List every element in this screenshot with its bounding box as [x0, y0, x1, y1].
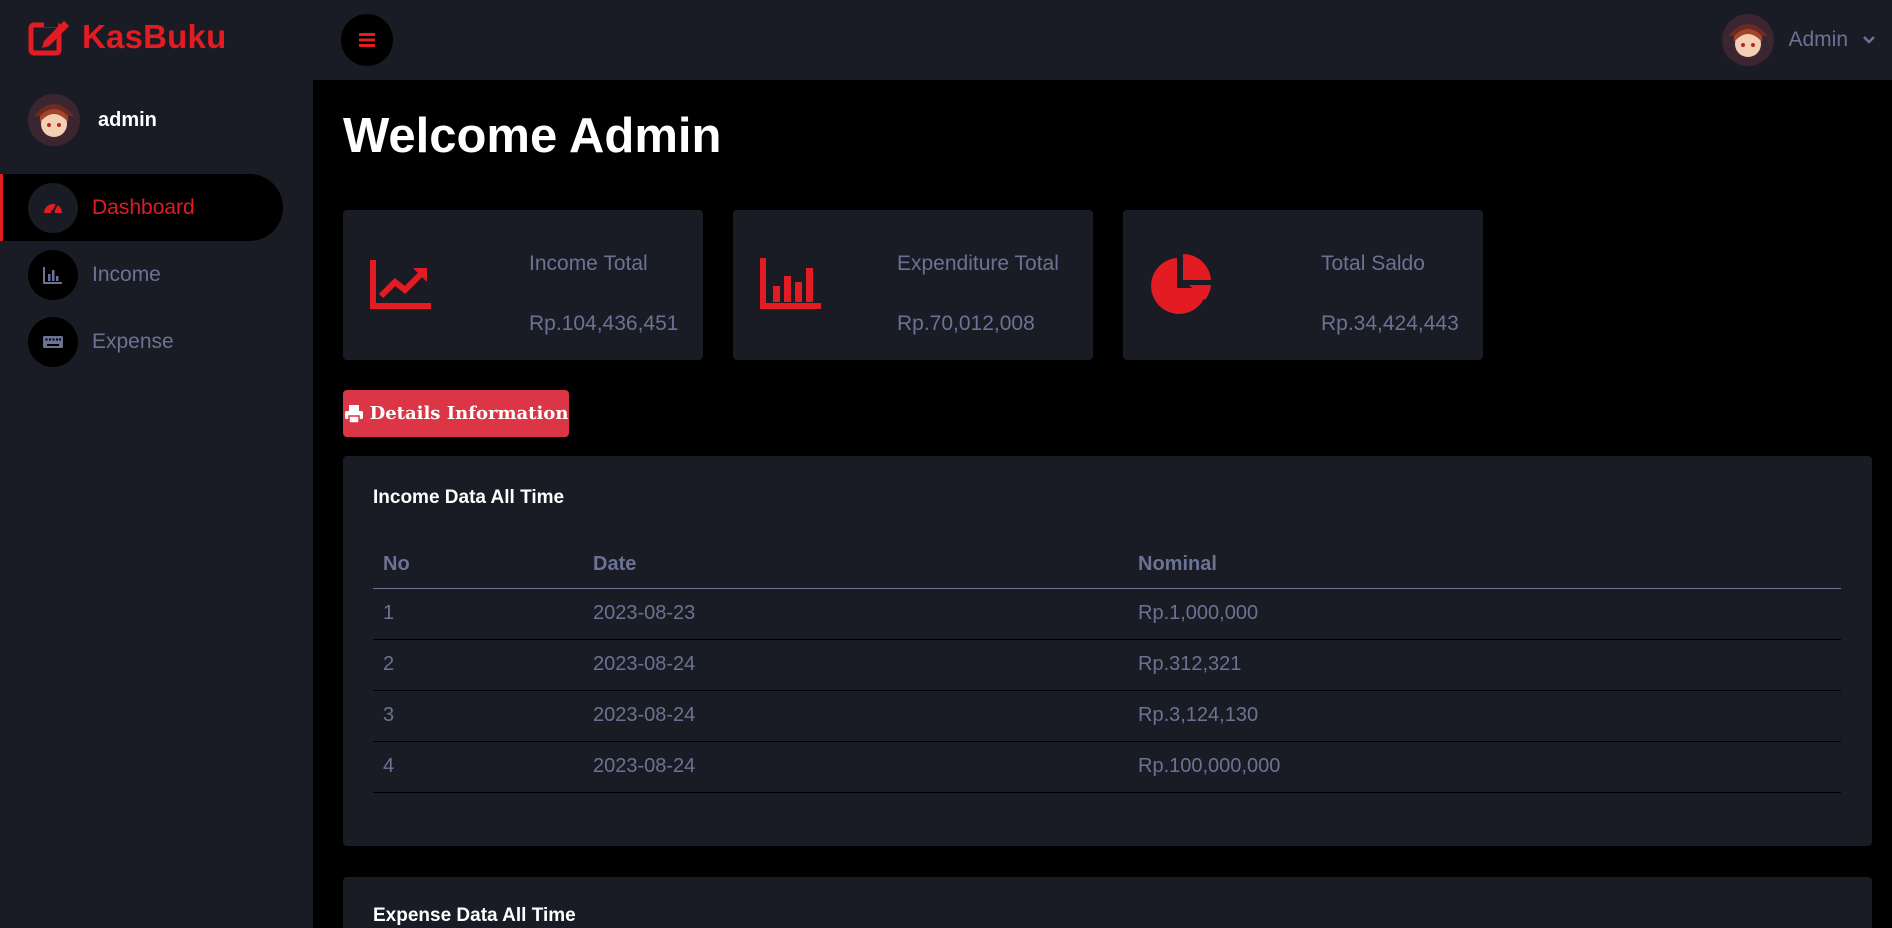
table-row: 4 2023-08-24 Rp.100,000,000: [373, 741, 1841, 793]
card-label: Total Saldo: [1321, 252, 1425, 275]
cell-date: 2023-08-24: [583, 639, 1128, 691]
table-row: 3 2023-08-24 Rp.3,124,130: [373, 690, 1841, 742]
cell-date: 2023-08-23: [583, 588, 1128, 640]
menu-toggle-button[interactable]: [341, 14, 393, 66]
profile-name: admin: [98, 108, 157, 131]
table-row: 1 2023-08-23 Rp.1,000,000: [373, 588, 1841, 640]
keyboard-icon: [28, 316, 78, 367]
column-header: Date: [583, 542, 1128, 589]
app: KasBuku admin Dashboard Income Expense A…: [0, 0, 1892, 928]
cell-no: 2: [373, 639, 583, 691]
sidebar-nav: Dashboard Income Expense: [0, 174, 313, 375]
cell-date: 2023-08-24: [583, 690, 1128, 742]
user-name: Admin: [1788, 28, 1848, 51]
sidebar-item-label: Expense: [92, 329, 174, 353]
sidebar-item-label: Dashboard: [92, 195, 195, 219]
chevron-down-icon: [1863, 36, 1875, 44]
brand-name: KasBuku: [82, 18, 227, 55]
hamburger-icon: [359, 33, 375, 47]
edit-square-icon: [28, 19, 69, 56]
column-header: Nominal: [1128, 542, 1841, 589]
panel-title: Income Data All Time: [373, 487, 565, 508]
sidebar-item-label: Income: [92, 262, 161, 286]
card-value: Rp.104,436,451: [529, 312, 679, 335]
income-data-panel: Income Data All Time No Date Nominal 1 2…: [343, 456, 1872, 846]
card-label: Income Total: [529, 252, 648, 275]
cell-nominal: Rp.100,000,000: [1128, 741, 1841, 793]
avatar: [28, 94, 80, 146]
cell-no: 4: [373, 741, 583, 793]
income-total-card: Income Total Rp.104,436,451: [343, 210, 703, 360]
cell-no: 3: [373, 690, 583, 742]
avatar-image: [1722, 14, 1775, 66]
sidebar-item-dashboard[interactable]: Dashboard: [0, 174, 283, 241]
tachometer-icon: [28, 182, 78, 233]
income-table: No Date Nominal 1 2023-08-23 Rp.1,000,00…: [373, 542, 1841, 793]
table-row: 2 2023-08-24 Rp.312,321: [373, 639, 1841, 691]
expense-data-panel: Expense Data All Time: [343, 877, 1872, 928]
print-icon: [344, 404, 363, 424]
sidebar-item-income[interactable]: Income: [0, 241, 313, 308]
column-header: No: [373, 542, 583, 589]
cell-nominal: Rp.312,321: [1128, 639, 1841, 691]
cell-nominal: Rp.1,000,000: [1128, 588, 1841, 640]
avatar-image: [28, 94, 80, 146]
card-value: Rp.34,424,443: [1321, 312, 1459, 335]
sidebar-item-expense[interactable]: Expense: [0, 308, 313, 375]
pie-chart-icon: [1151, 253, 1211, 314]
total-saldo-card: Total Saldo Rp.34,424,443: [1123, 210, 1483, 360]
sidebar: KasBuku admin Dashboard Income Expense: [0, 0, 313, 928]
table-header-row: No Date Nominal: [373, 542, 1841, 589]
trend-up-icon: [370, 260, 431, 309]
cell-date: 2023-08-24: [583, 741, 1128, 793]
brand[interactable]: KasBuku: [28, 15, 226, 59]
details-information-button[interactable]: Details Information: [343, 390, 569, 437]
panel-title: Expense Data All Time: [373, 905, 576, 926]
button-label: Details Information: [369, 403, 569, 424]
bar-chart-icon: [28, 249, 78, 300]
cell-no: 1: [373, 588, 583, 640]
expenditure-total-card: Expenditure Total Rp.70,012,008: [733, 210, 1093, 360]
card-value: Rp.70,012,008: [897, 312, 1035, 335]
page-title: Welcome Admin: [343, 109, 722, 163]
bar-chart-icon: [760, 258, 821, 309]
topbar: Admin: [313, 0, 1892, 80]
avatar: [1722, 14, 1775, 66]
user-menu[interactable]: Admin: [1722, 14, 1876, 66]
cell-nominal: Rp.3,124,130: [1128, 690, 1841, 742]
card-label: Expenditure Total: [897, 252, 1059, 275]
sidebar-profile[interactable]: admin: [28, 94, 157, 146]
